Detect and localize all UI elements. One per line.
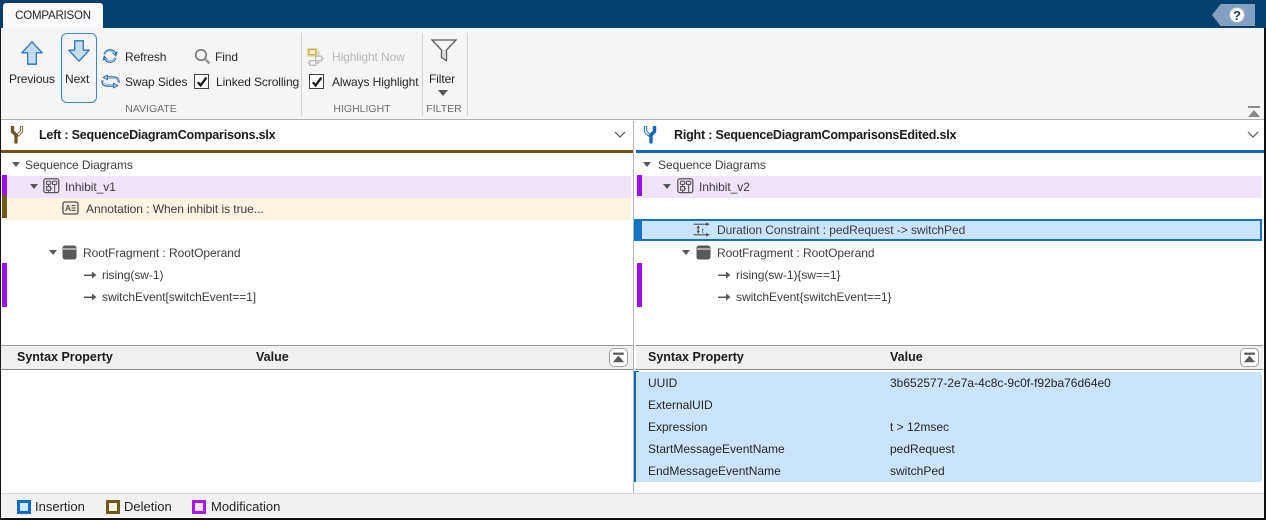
svg-text:A: A <box>65 203 71 213</box>
svg-text:t: t <box>702 226 705 235</box>
